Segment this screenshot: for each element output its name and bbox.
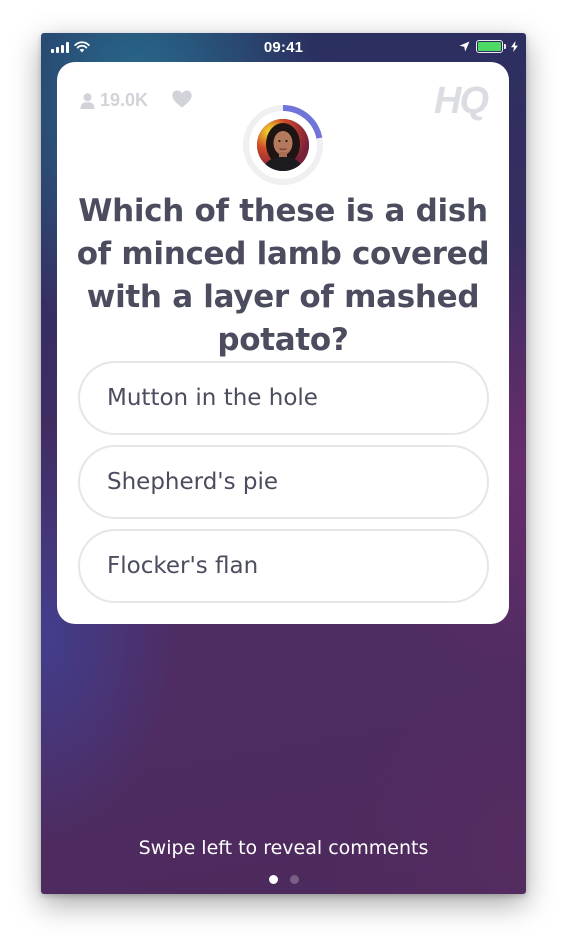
- viewer-count: 19.0K: [80, 90, 148, 111]
- viewer-count-text: 19.0K: [100, 90, 149, 110]
- phone-screen: 09:41 19.0K HQ Which of these is a dish …: [41, 33, 526, 894]
- answer-option-1[interactable]: Mutton in the hole: [78, 361, 489, 435]
- charging-bolt-icon: [511, 41, 518, 52]
- page-indicator[interactable]: [41, 875, 526, 884]
- hq-logo: HQ: [434, 80, 489, 122]
- host-timer: [242, 104, 324, 186]
- answer-list: Mutton in the hole Shepherd's pie Flocke…: [78, 361, 489, 613]
- heart-icon[interactable]: [172, 90, 192, 108]
- page-dot[interactable]: [289, 875, 299, 884]
- answer-option-2[interactable]: Shepherd's pie: [78, 445, 489, 519]
- swipe-hint: Swipe left to reveal comments: [138, 837, 429, 859]
- answer-option-3[interactable]: Flocker's flan: [78, 529, 489, 603]
- host-avatar: [257, 119, 309, 171]
- user-icon: [80, 92, 95, 109]
- status-right: [459, 40, 518, 53]
- page-dot[interactable]: [268, 875, 278, 884]
- location-arrow-icon: [459, 41, 470, 52]
- host-portrait-icon: [257, 119, 309, 171]
- question-card: 19.0K HQ Which of these is a dish of min…: [57, 62, 509, 624]
- battery-icon: [476, 40, 506, 53]
- status-bar: 09:41: [41, 33, 526, 61]
- question-text: Which of these is a dish of minced lamb …: [76, 193, 490, 358]
- status-time: 09:41: [263, 39, 304, 56]
